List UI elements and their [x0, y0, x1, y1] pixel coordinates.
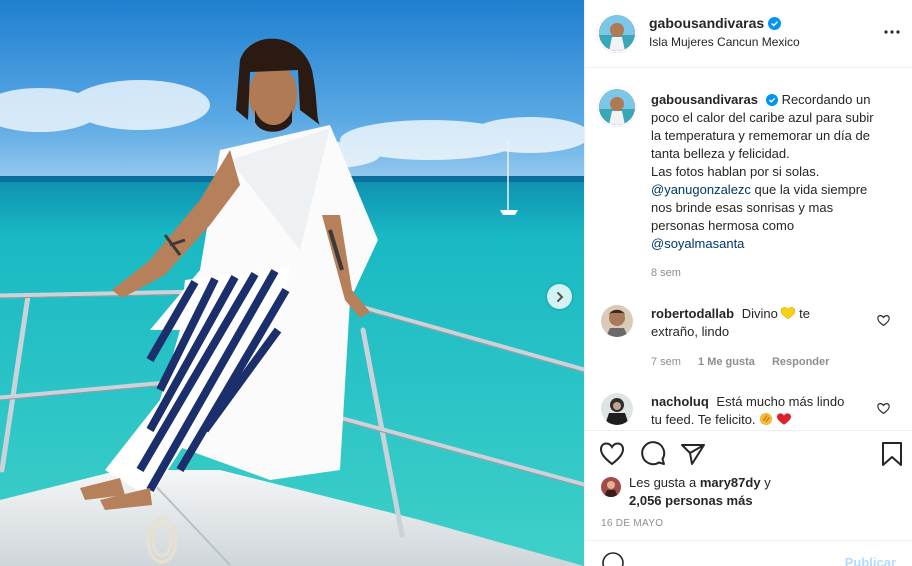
emoji-picker-icon[interactable]	[601, 551, 625, 566]
likes-conjunction: y	[764, 475, 771, 490]
yellow-heart-emoji-icon	[781, 307, 796, 320]
share-paper-plane-icon[interactable]	[680, 441, 706, 467]
comment-text: tu feed. Te felicito.	[651, 412, 756, 427]
mention-link[interactable]: @yanugonzalezc	[651, 182, 751, 197]
avatar-image	[601, 305, 633, 337]
comment-text: Está mucho más lindo	[716, 394, 845, 409]
avatar-image	[599, 89, 635, 125]
caption-timestamp[interactable]: 8 sem	[651, 267, 681, 279]
avatar-image	[601, 477, 621, 497]
more-options-button[interactable]	[882, 22, 902, 42]
caption-line: la temperatura y rememorar un día de	[651, 128, 870, 143]
publish-comment-button[interactable]: Publicar	[845, 555, 896, 566]
likes-prefix: Les gusta a	[629, 475, 697, 490]
like-heart-icon[interactable]	[599, 441, 625, 467]
author-avatar[interactable]	[597, 13, 637, 53]
post-side-panel: gabousandivaras Isla Mujeres Cancun Mexi…	[584, 0, 912, 566]
caption-line: nos brinde esas sonrisas y mas	[651, 200, 834, 215]
caption-author-avatar[interactable]	[597, 87, 637, 127]
like-comment-heart-icon[interactable]	[877, 314, 890, 327]
verified-badge-icon	[765, 94, 778, 106]
username-text[interactable]: gabousandivaras	[649, 15, 764, 31]
likes-text: Les gusta a mary87dy y 2,056 personas má…	[629, 474, 869, 510]
caption-line: personas hermosa como	[651, 218, 795, 233]
caption-line: que la vida siempre	[750, 182, 868, 197]
comment: robertodallab Divino te extraño, lindo	[651, 305, 879, 341]
commenter-username[interactable]: robertodallab	[651, 306, 734, 321]
liker-username[interactable]: mary87dy	[700, 475, 761, 490]
liker-avatar[interactable]	[601, 477, 621, 497]
post-photo	[0, 0, 584, 566]
likes-count[interactable]: 2,056 personas más	[629, 493, 753, 508]
more-dots-icon	[884, 30, 900, 34]
comment-likes[interactable]: 1 Me gusta	[698, 356, 755, 368]
comment-bubble-icon[interactable]	[640, 441, 666, 467]
next-photo-button[interactable]	[547, 284, 572, 309]
commenter-avatar[interactable]	[601, 305, 633, 337]
mention-link[interactable]: @soyalmasanta	[651, 236, 744, 251]
verified-badge-icon	[768, 17, 782, 30]
like-comment-heart-icon[interactable]	[877, 402, 890, 415]
comment-meta: 7 sem 1 Me gusta Responder	[651, 356, 843, 368]
save-bookmark-icon[interactable]	[879, 441, 905, 467]
author-username[interactable]: gabousandivaras	[649, 15, 782, 31]
reply-button[interactable]: Responder	[772, 356, 829, 368]
caption-line: Las fotos hablan por si solas.	[651, 164, 820, 179]
post-caption: gabousandivaras Recordando un poco el ca…	[651, 91, 901, 253]
post-location[interactable]: Isla Mujeres Cancun Mexico	[649, 35, 800, 49]
commenter-avatar[interactable]	[601, 393, 633, 425]
commenter-username[interactable]: nacholuq	[651, 394, 709, 409]
comment-text: te	[799, 306, 810, 321]
comments-section: gabousandivaras Recordando un poco el ca…	[585, 69, 912, 429]
comment: nacholuq Está mucho más lindo tu feed. T…	[651, 393, 879, 429]
post-header: gabousandivaras Isla Mujeres Cancun Mexi…	[585, 0, 912, 68]
post-date[interactable]: 16 DE MAYO	[601, 518, 663, 529]
caption-line: poco el calor del caribe azul para subir	[651, 110, 874, 125]
comment-text: extraño, lindo	[651, 324, 730, 339]
caption-line: Recordando un	[781, 92, 871, 107]
photo-image	[0, 0, 584, 566]
avatar-image	[599, 15, 635, 51]
caption-line: tanta belleza y felicidad.	[651, 146, 790, 161]
chevron-right-icon	[556, 291, 563, 302]
caption-username[interactable]: gabousandivaras	[651, 92, 758, 107]
avatar-image	[601, 393, 633, 425]
comment-text: Divino	[741, 306, 778, 321]
add-comment-bar: Publicar	[585, 540, 912, 566]
comment-time[interactable]: 7 sem	[651, 356, 681, 368]
clapping-hands-emoji-icon	[760, 412, 773, 426]
red-heart-emoji-icon	[776, 413, 791, 425]
action-bar	[585, 430, 912, 476]
